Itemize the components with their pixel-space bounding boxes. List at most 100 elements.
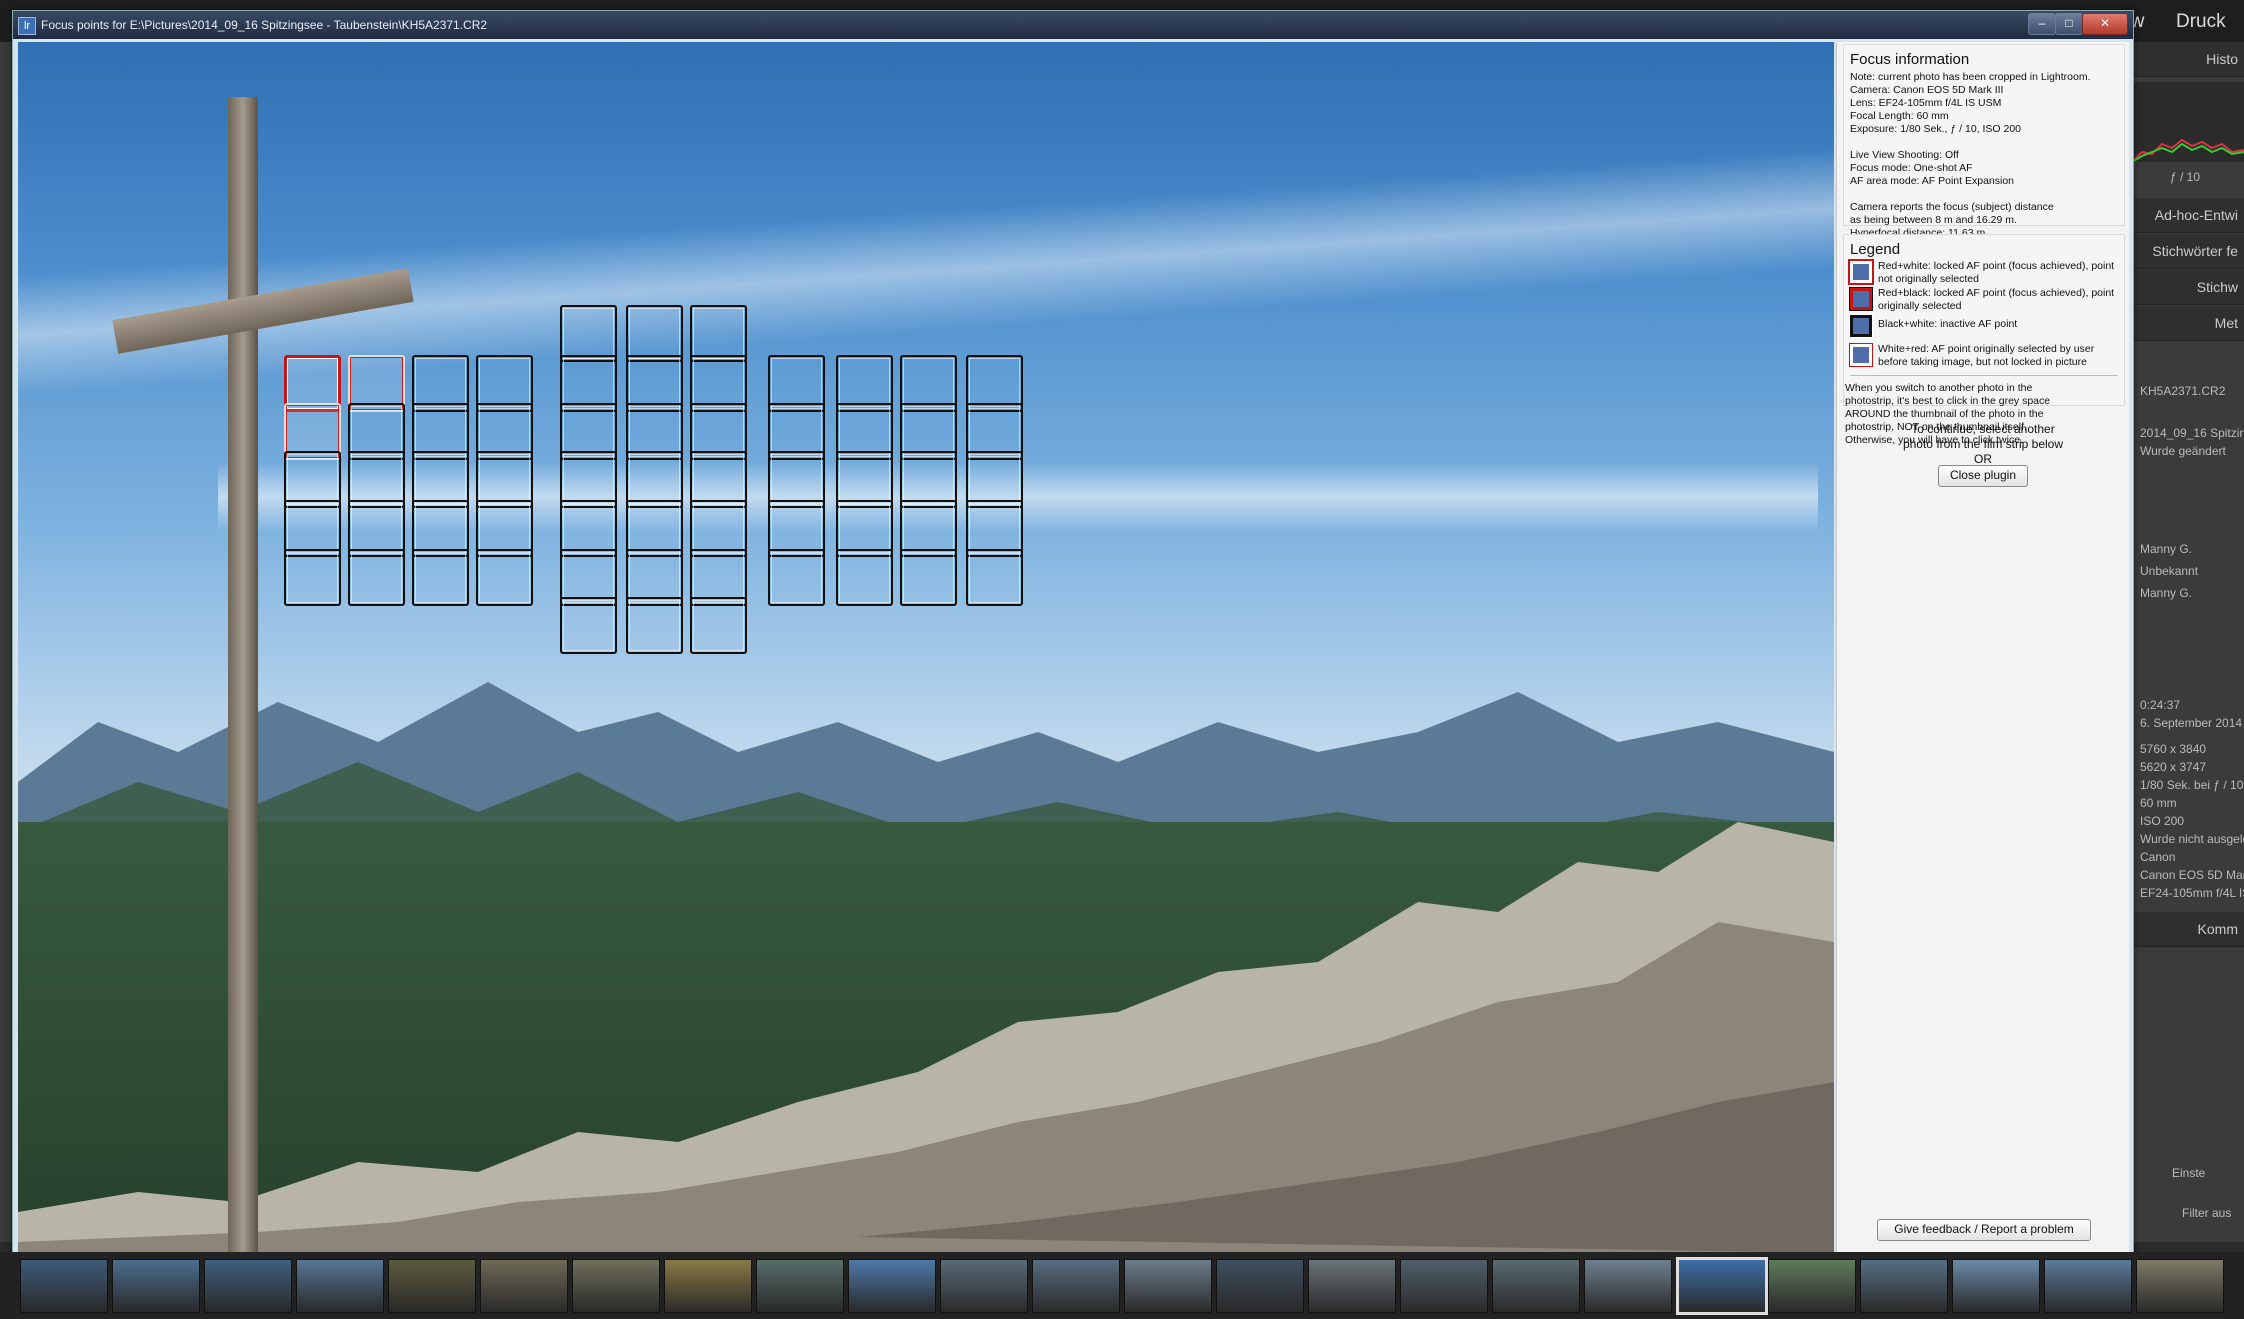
panel-header-histogram[interactable]: Histo — [2132, 42, 2244, 77]
focus-info-line: Lens: EF24-105mm f/4L IS USM — [1850, 97, 2002, 109]
meta-model: Canon EOS 5D Mark — [2140, 868, 2244, 882]
panel-header-keyword-list[interactable]: Stichw — [2132, 270, 2244, 305]
af-point-inactive — [626, 597, 683, 654]
af-point-inactive — [966, 549, 1023, 606]
focus-info-line: Focus mode: One-shot AF — [1850, 162, 1973, 174]
meta-make: Canon — [2140, 850, 2176, 864]
continue-line-2: photo from the film strip below — [1902, 437, 2064, 451]
meta-dimensions: 5760 x 3840 — [2140, 742, 2207, 756]
focus-info-heading: Focus information — [1850, 51, 1970, 68]
meta-cropped: 5620 x 3747 — [2140, 760, 2207, 774]
close-button[interactable]: ✕ — [2082, 13, 2128, 35]
window-titlebar[interactable]: lr Focus points for E:\Pictures\2014_09_… — [13, 11, 2133, 39]
filmstrip-thumbnail[interactable] — [1308, 1259, 1396, 1313]
meta-time: 0:24:37 — [2140, 698, 2181, 712]
filmstrip-thumbnail[interactable] — [480, 1259, 568, 1313]
filmstrip-thumbnail[interactable] — [1216, 1259, 1304, 1313]
legend-text-black-white: Black+white: inactive AF point — [1878, 318, 2018, 330]
focus-info-line: Live View Shooting: Off — [1850, 149, 1959, 161]
focus-info-line: Note: current photo has been cropped in … — [1850, 71, 2091, 83]
legend-divider — [1850, 375, 2118, 376]
filmstrip-thumbnail[interactable] — [848, 1259, 936, 1313]
legend-text-red-black: Red+black: locked AF point (focus achiev… — [1878, 287, 2115, 312]
filmstrip-thumbnail[interactable] — [756, 1259, 844, 1313]
focus-info-line: AF area mode: AF Point Expansion — [1850, 175, 2015, 187]
panel-header-keywording[interactable]: Stichwörter fe — [2132, 234, 2244, 269]
photostrip-note-line: When you switch to another photo in the — [1845, 382, 2033, 394]
photostrip-note-line: photostrip, it's best to click in the gr… — [1845, 395, 2051, 407]
filmstrip-thumbnail-selected[interactable] — [1676, 1257, 1768, 1315]
legend-box: Legend Red+white: locked AF point (focus… — [1843, 234, 2125, 406]
focus-info-line: Focal Length: 60 mm — [1850, 110, 1949, 122]
focus-info-line: Exposure: 1/80 Sek., ƒ / 10, ISO 200 — [1850, 123, 2022, 135]
filmstrip-thumbnail[interactable] — [940, 1259, 1028, 1313]
meta-creator: Manny G. — [2140, 542, 2193, 556]
filmstrip-thumbnail[interactable] — [1400, 1259, 1488, 1313]
af-point-inactive — [348, 549, 405, 606]
meta-filename: KH5A2371.CR2 — [2140, 384, 2226, 398]
af-point-inactive — [476, 549, 533, 606]
app-icon: lr — [18, 17, 36, 35]
filmstrip-thumbnail[interactable] — [2044, 1259, 2132, 1313]
af-point-inactive — [690, 597, 747, 654]
feedback-button[interactable]: Give feedback / Report a problem — [1877, 1219, 2091, 1241]
meta-status: Wurde geändert — [2140, 444, 2226, 458]
af-point-inactive — [560, 597, 617, 654]
meta-iso: ISO 200 — [2140, 814, 2185, 828]
filmstrip-thumbnail[interactable] — [1492, 1259, 1580, 1313]
filmstrip-thumbnail[interactable] — [20, 1259, 108, 1313]
af-points-overlay — [18, 42, 1834, 1253]
minimize-button[interactable]: – — [2028, 13, 2056, 35]
filter-off-label[interactable]: Filter aus — [2182, 1206, 2231, 1220]
filmstrip-thumbnail[interactable] — [1768, 1259, 1856, 1313]
continue-line-1: To continue, select another — [1911, 422, 2055, 436]
panel-header-metadata[interactable]: Met — [2132, 306, 2244, 341]
filmstrip-thumbnail[interactable] — [112, 1259, 200, 1313]
filmstrip-thumbnail[interactable] — [1124, 1259, 1212, 1313]
film-strip[interactable] — [0, 1252, 2244, 1319]
focus-points-window: lr Focus points for E:\Pictures\2014_09_… — [12, 10, 2134, 1258]
meta-folder: 2014_09_16 Spitzings — [2140, 426, 2244, 440]
meta-focal-length: 60 mm — [2140, 796, 2177, 810]
af-point-inactive — [836, 549, 893, 606]
filmstrip-thumbnail[interactable] — [2136, 1259, 2224, 1313]
filmstrip-thumbnail[interactable] — [1032, 1259, 1120, 1313]
histogram-graph — [2132, 82, 2244, 162]
filmstrip-thumbnail[interactable] — [1860, 1259, 1948, 1313]
focus-info-line: Camera: Canon EOS 5D Mark III — [1850, 84, 2004, 96]
meta-exposure: 1/80 Sek. bei ƒ / 10 — [2140, 778, 2244, 792]
legend-swatch-black-white — [1849, 314, 1873, 338]
af-point-inactive — [690, 305, 747, 362]
filmstrip-thumbnail[interactable] — [1584, 1259, 1672, 1313]
meta-lens: EF24-105mm f/4L IS U — [2140, 886, 2244, 900]
histogram-aperture: ƒ / 10 — [2170, 170, 2201, 184]
filmstrip-thumbnail[interactable] — [296, 1259, 384, 1313]
lightroom-module-picker[interactable]: ow Druck — [2120, 0, 2244, 42]
filmstrip-thumbnail[interactable] — [664, 1259, 752, 1313]
legend-text-white-red: White+red: AF point originally selected … — [1878, 343, 2095, 368]
af-point-inactive — [284, 549, 341, 606]
filmstrip-thumbnail[interactable] — [204, 1259, 292, 1313]
focus-info-box: Focus information Note: current photo ha… — [1843, 44, 2125, 291]
maximize-button[interactable]: □ — [2055, 13, 2083, 35]
sync-settings-button[interactable]: Einste — [2172, 1166, 2205, 1180]
photo-view — [18, 42, 1834, 1253]
filmstrip-thumbnail[interactable] — [572, 1259, 660, 1313]
filmstrip-thumbnail[interactable] — [1952, 1259, 2040, 1313]
panel-header-comments[interactable]: Komm — [2132, 912, 2244, 947]
meta-unknown: Unbekannt — [2140, 564, 2199, 578]
photostrip-note-line: AROUND the thumbnail of the photo in the — [1845, 408, 2044, 420]
lightroom-left-panel — [0, 42, 12, 1242]
meta-author: Manny G. — [2140, 586, 2193, 600]
module-label-print[interactable]: Druck — [2176, 11, 2226, 33]
close-plugin-button[interactable]: Close plugin — [1938, 465, 2028, 487]
af-point-inactive — [560, 305, 617, 362]
filmstrip-thumbnail[interactable] — [388, 1259, 476, 1313]
panel-header-quick-develop[interactable]: Ad-hoc-Entwi — [2132, 198, 2244, 233]
legend-swatch-red-black — [1849, 287, 1873, 311]
af-point-inactive — [626, 305, 683, 362]
legend-text-red-white: Red+white: locked AF point (focus achiev… — [1878, 260, 2115, 285]
af-point-inactive — [412, 549, 469, 606]
lightroom-right-panel: Histo ƒ / 10 Ad-hoc-Entwi Stichwörter fe… — [2132, 42, 2244, 1242]
focus-info-panel: Focus information Note: current photo ha… — [1836, 42, 2129, 1253]
